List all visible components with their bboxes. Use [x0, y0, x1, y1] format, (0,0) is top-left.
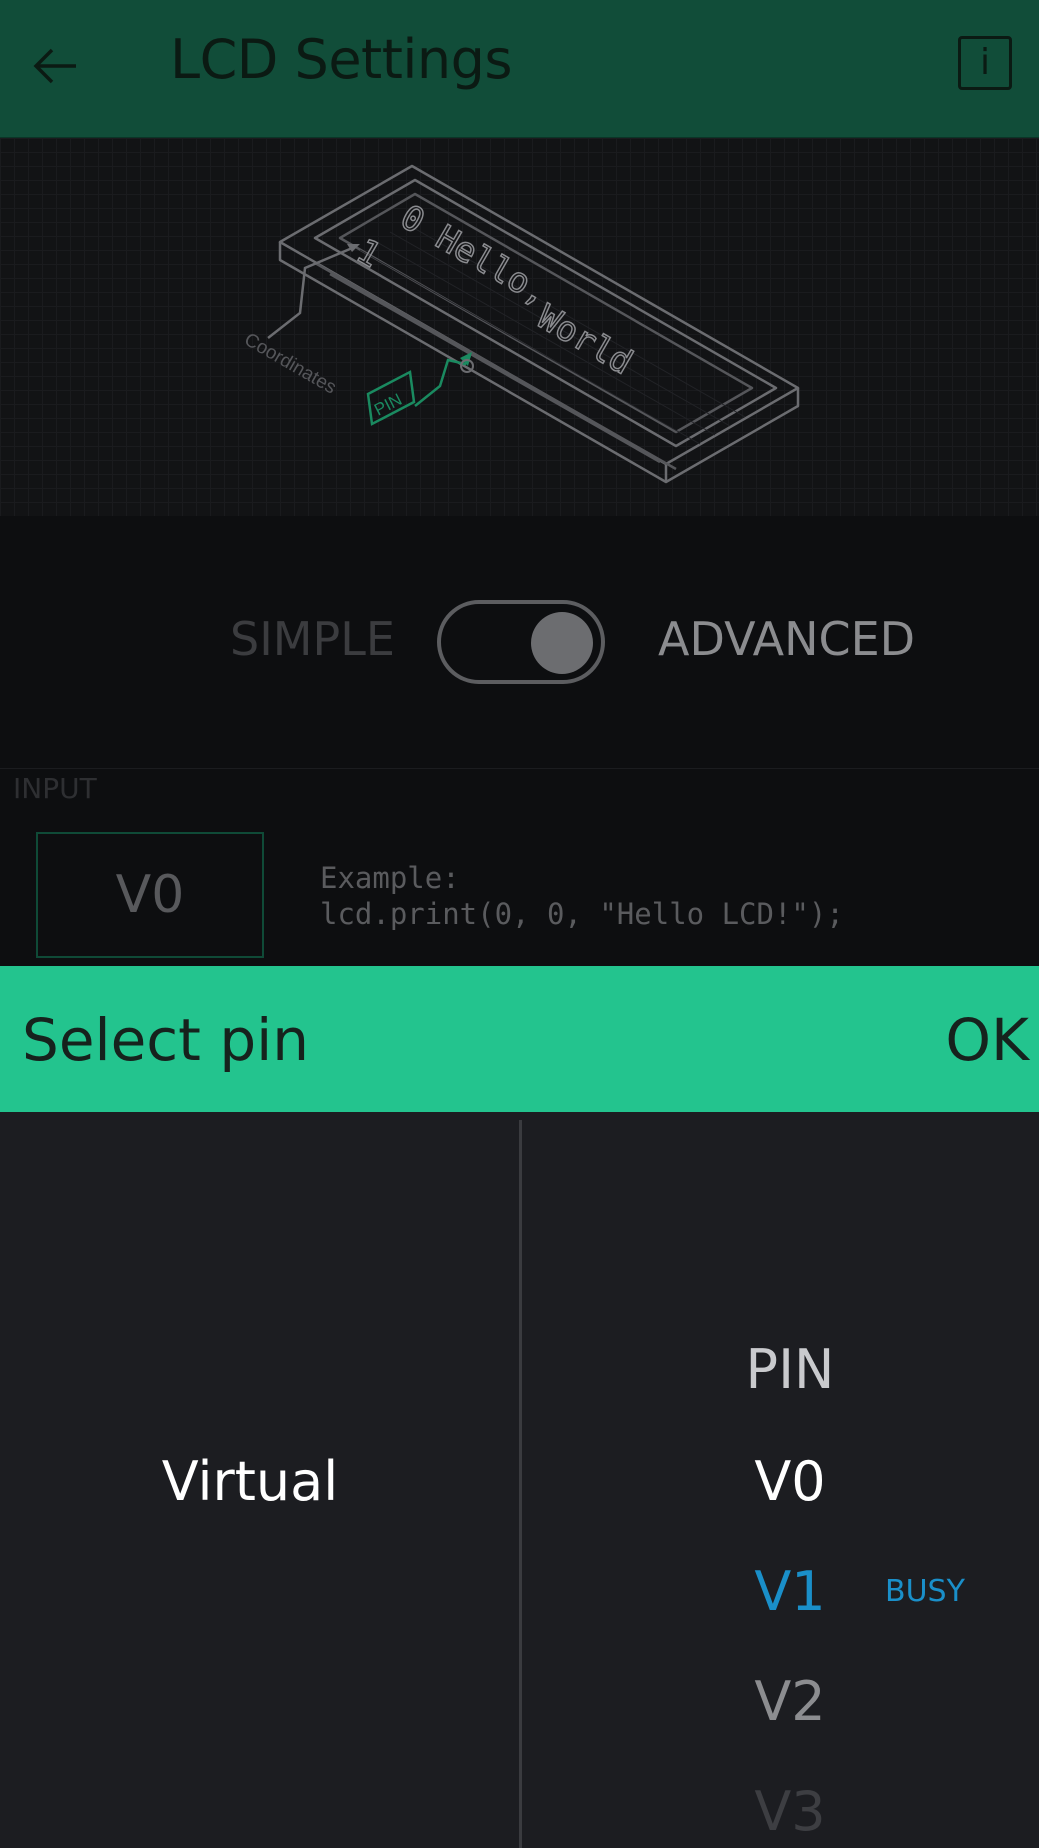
page-title: LCD Settings: [170, 28, 513, 91]
lcd-row-label: 1: [350, 231, 388, 276]
app-bar: LCD Settings i: [0, 0, 1039, 138]
mode-simple-label[interactable]: SIMPLE: [230, 612, 395, 666]
picker-divider: [519, 1120, 522, 1848]
pin-option-v0[interactable]: V0: [640, 1450, 940, 1513]
busy-badge: BUSY: [885, 1574, 965, 1609]
example-line-2: lcd.print(0, 0, "Hello LCD!");: [320, 897, 844, 931]
toggle-knob: [531, 612, 593, 674]
info-icon[interactable]: i: [958, 36, 1012, 90]
pin-picker[interactable]: Virtual PIN V0 V1 BUSY V2 V3: [0, 1112, 1039, 1848]
coordinates-label: Coordinates: [241, 329, 340, 398]
input-section-label: INPUT: [13, 772, 97, 805]
input-pin-selector[interactable]: V0: [36, 832, 264, 958]
section-divider: [0, 768, 1039, 769]
mode-toggle[interactable]: [437, 600, 605, 684]
pin-column-header: PIN: [745, 1338, 835, 1401]
mode-advanced-label[interactable]: ADVANCED: [658, 612, 915, 666]
port-option-virtual[interactable]: Virtual: [0, 1450, 500, 1513]
lcd-line2: World: [531, 297, 640, 383]
select-pin-header: Select pin OK: [0, 966, 1039, 1112]
example-line-1: Example:: [320, 861, 460, 895]
example-code: Example: lcd.print(0, 0, "Hello LCD!");: [320, 860, 844, 932]
pin-option-v3[interactable]: V3: [640, 1780, 940, 1843]
pin-illustration-label: PIN: [371, 390, 405, 420]
ok-button[interactable]: OK: [945, 1006, 1029, 1074]
back-arrow-icon[interactable]: [28, 38, 84, 94]
pin-option-v2[interactable]: V2: [640, 1670, 940, 1733]
dialog-title: Select pin: [22, 1006, 310, 1074]
lcd-illustration: 0 Hello, World 1 Coordinates PIN: [0, 138, 1039, 516]
mode-switch-row: SIMPLE ADVANCED: [0, 590, 1039, 690]
